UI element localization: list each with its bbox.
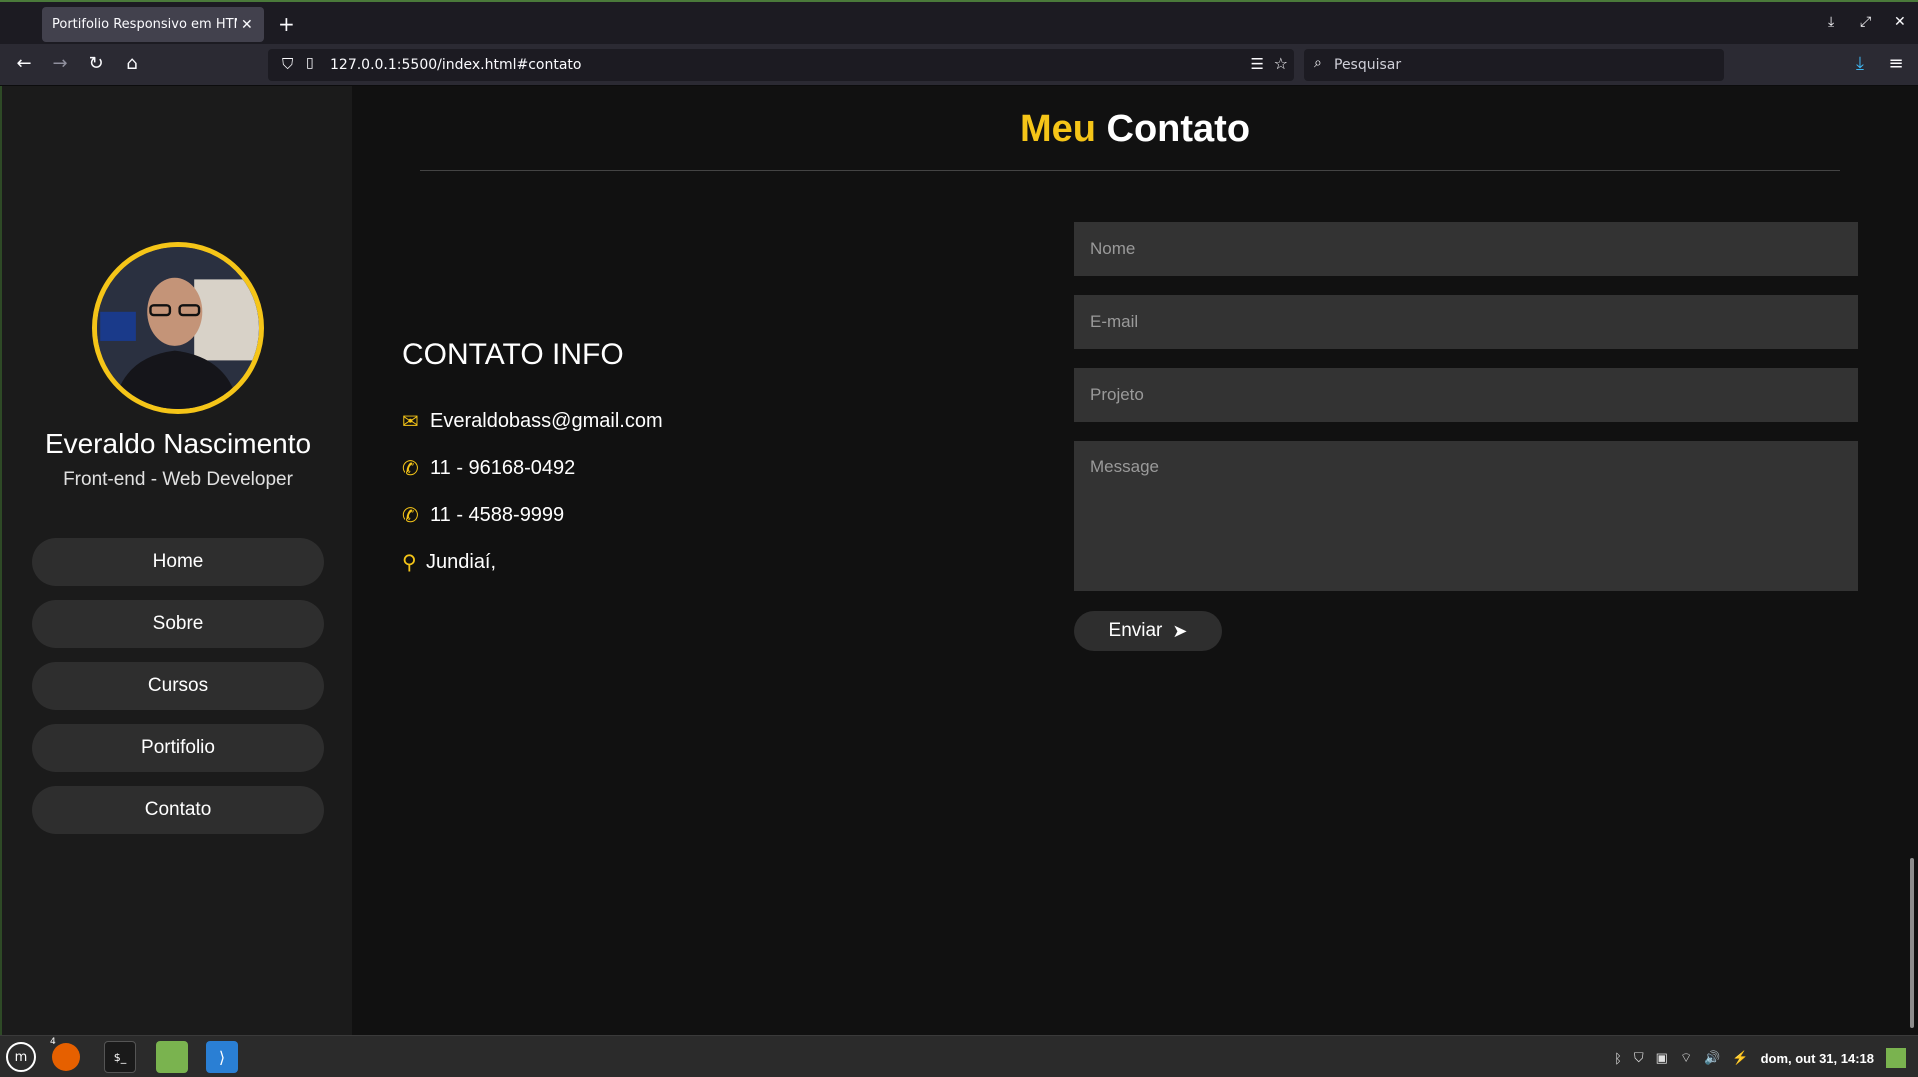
project-input[interactable]: [1074, 368, 1858, 422]
menu-item-sobre[interactable]: Sobre: [32, 600, 324, 648]
os-taskbar: m 4 $_ ⟩ ᛒ ⛉ ▣ ⌔ 🔊 ⚡ dom, out 31, 14:18: [0, 1035, 1918, 1077]
page-content: Everaldo Nascimento Front-end - Web Deve…: [0, 86, 1918, 1035]
close-window-icon[interactable]: ✕: [1894, 14, 1906, 30]
home-icon[interactable]: ⌂: [120, 53, 144, 74]
phone-icon: ✆: [402, 458, 419, 480]
send-label: Enviar: [1108, 620, 1163, 641]
keyboard-icon[interactable]: ▣: [1656, 1050, 1668, 1066]
maximize-icon[interactable]: ⤢: [1860, 14, 1871, 30]
title-accent: Meu: [1019, 108, 1096, 150]
firefox-badge: 4: [50, 1037, 56, 1047]
send-button[interactable]: Enviar ➤: [1074, 611, 1222, 651]
name-input[interactable]: [1074, 222, 1858, 276]
reload-icon[interactable]: ↻: [84, 53, 108, 74]
title-rest: Contato: [1106, 108, 1251, 150]
menu-icon[interactable]: ≡: [1884, 53, 1908, 74]
address-bar[interactable]: ⛉ ▯ 127.0.0.1:5500/index.html#contato ☰ …: [268, 49, 1294, 81]
shield-icon[interactable]: ⛉: [282, 55, 293, 73]
close-tab-icon[interactable]: ✕: [241, 17, 253, 33]
phone-text-1: 11 - 96168-0492: [430, 457, 576, 479]
location-row: ⚲ Jundiaí,: [402, 539, 663, 586]
sidebar: Everaldo Nascimento Front-end - Web Deve…: [0, 86, 352, 1035]
paper-plane-icon: ➤: [1172, 620, 1188, 641]
clock[interactable]: dom, out 31, 14:18: [1761, 1051, 1874, 1066]
volume-icon[interactable]: 🔊: [1704, 1050, 1720, 1066]
tab-title: Portifolio Responsivo em HTML: [52, 17, 237, 32]
phone-row-2: ✆ 11 - 4588-9999: [402, 492, 663, 539]
minimize-icon[interactable]: ⤓: [1828, 14, 1834, 30]
page-icon: ▯: [306, 55, 314, 71]
contact-info: CONTATO INFO ✉ Everaldobass@gmail.com ✆ …: [402, 338, 663, 586]
email-row: ✉ Everaldobass@gmail.com: [402, 398, 663, 445]
sidebar-menu: Home Sobre Cursos Portifolio Contato: [32, 538, 324, 848]
bluetooth-icon[interactable]: ᛒ: [1614, 1051, 1622, 1066]
bookmark-star-icon[interactable]: ☆: [1274, 54, 1288, 73]
contact-section: Meu Contato CONTATO INFO ✉ Everaldobass@…: [352, 86, 1918, 1035]
system-tray: ᛒ ⛉ ▣ ⌔ 🔊 ⚡ dom, out 31, 14:18: [1614, 1048, 1906, 1068]
terminal-icon[interactable]: $_: [104, 1041, 136, 1073]
phone-row-1: ✆ 11 - 96168-0492: [402, 445, 663, 492]
mint-menu-icon[interactable]: m: [6, 1042, 36, 1072]
menu-item-portifolio[interactable]: Portifolio: [32, 724, 324, 772]
downloads-icon[interactable]: ⤓: [1848, 53, 1872, 74]
contact-form: Enviar ➤: [1074, 222, 1858, 651]
envelope-icon: ✉: [402, 411, 419, 433]
avatar-photo: [97, 247, 259, 409]
url-text: 127.0.0.1:5500/index.html#contato: [330, 57, 582, 73]
files-icon[interactable]: [156, 1041, 188, 1073]
profile-name: Everaldo Nascimento: [44, 428, 312, 459]
email-input[interactable]: [1074, 295, 1858, 349]
back-button-icon[interactable]: ←: [12, 53, 36, 74]
phone-icon: ✆: [402, 505, 419, 527]
search-placeholder: Pesquisar: [1334, 57, 1402, 73]
contact-info-heading: CONTATO INFO: [402, 338, 624, 371]
reader-view-icon[interactable]: ☰: [1251, 55, 1264, 73]
section-title: Meu Contato: [352, 108, 1918, 151]
message-textarea[interactable]: [1074, 441, 1858, 591]
menu-item-home[interactable]: Home: [32, 538, 324, 586]
wifi-icon[interactable]: ⌔: [1680, 1050, 1692, 1066]
browser-nav-bar: ← → ↻ ⌂ ⛉ ▯ 127.0.0.1:5500/index.html#co…: [0, 44, 1918, 86]
new-tab-button[interactable]: +: [278, 12, 295, 36]
vscode-icon[interactable]: ⟩: [206, 1041, 238, 1073]
power-icon[interactable]: ⚡: [1732, 1050, 1748, 1066]
shield-tray-icon[interactable]: ⛉: [1634, 1050, 1644, 1066]
location-text: Jundiaí,: [426, 551, 497, 573]
search-icon: ⌕: [1314, 55, 1322, 71]
profile-role: Front-end - Web Developer: [63, 469, 293, 490]
menu-item-contato[interactable]: Contato: [32, 786, 324, 834]
browser-tab[interactable]: Portifolio Responsivo em HTML ✕: [42, 7, 264, 42]
email-text: Everaldobass@gmail.com: [430, 410, 663, 432]
firefox-icon[interactable]: 4: [50, 1037, 80, 1071]
phone-text-2: 11 - 4588-9999: [430, 504, 565, 526]
search-bar[interactable]: ⌕ Pesquisar: [1304, 49, 1724, 81]
title-divider: [420, 170, 1840, 171]
browser-tab-bar: Portifolio Responsivo em HTML ✕ + ⤓ ⤢ ✕: [0, 0, 1918, 44]
map-pin-icon: ⚲: [402, 552, 417, 574]
workspace-icon[interactable]: [1886, 1048, 1906, 1068]
page-scrollbar[interactable]: [1910, 858, 1914, 1028]
menu-item-cursos[interactable]: Cursos: [32, 662, 324, 710]
forward-button-icon[interactable]: →: [48, 53, 72, 74]
profile-avatar: [92, 242, 264, 414]
